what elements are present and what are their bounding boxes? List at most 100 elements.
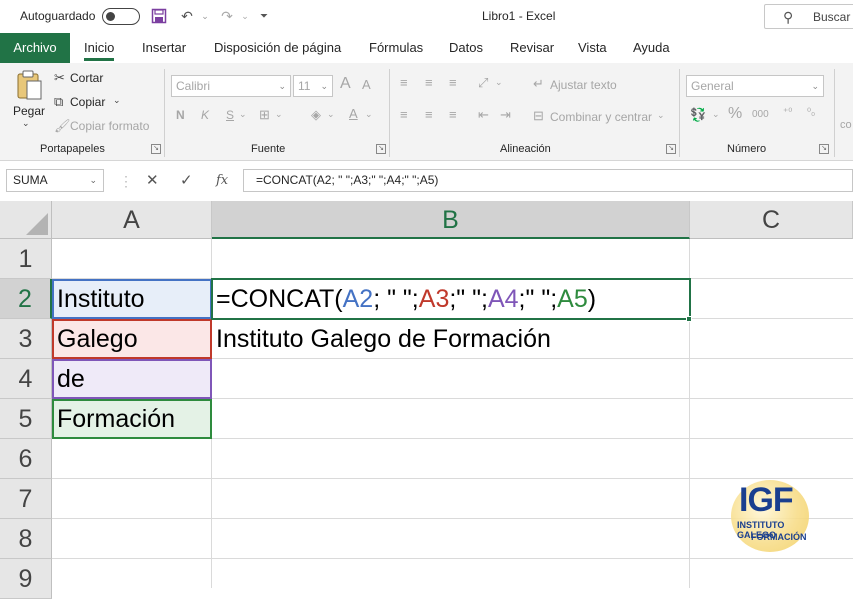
row-header-4[interactable]: 4 [0,359,52,399]
tab-insert[interactable]: Insertar [142,33,186,63]
font-name-value: Calibri [176,79,211,93]
cond-format-label[interactable]: co [840,119,852,131]
row-header-2[interactable]: 2 [0,279,52,319]
merge-center-label[interactable]: Combinar y centrar [550,110,652,124]
column-header-c[interactable]: C [690,201,853,239]
orientation-icon[interactable]: ⤢ [478,75,488,91]
merge-dropdown-icon[interactable]: ⌄ [657,110,665,121]
insert-function-icon[interactable]: fx [216,173,228,188]
format-painter-icon[interactable]: 🖌 [54,118,71,134]
name-box[interactable]: SUMA ⌄ [6,169,104,192]
currency-dropdown-icon[interactable]: ⌄ [712,109,720,120]
font-color-dropdown-icon[interactable]: ⌄ [365,109,373,120]
row-header-8[interactable]: 8 [0,519,52,559]
percent-button[interactable]: % [728,105,742,123]
fill-handle[interactable] [686,316,692,322]
decrease-decimal-icon[interactable]: ⁰₀ [807,107,815,118]
customize-toolbar-icon[interactable]: ⏷ [255,7,273,25]
increase-indent-icon[interactable]: ⇥ [500,107,511,123]
column-header-a[interactable]: A [52,201,212,239]
cell-b3[interactable]: Instituto Galego de Formación [216,319,551,359]
number-launcher-icon[interactable]: ↘ [819,144,829,154]
tab-file[interactable]: Archivo [0,33,70,63]
formula-bar-grip: ⋮ [119,173,133,189]
row-header-5[interactable]: 5 [0,399,52,439]
italic-button[interactable]: K [201,108,209,122]
autosave-toggle[interactable] [102,8,140,25]
fill-color-icon[interactable]: ◈ [311,107,321,123]
align-top-icon[interactable]: ≡ [400,75,408,90]
borders-icon[interactable]: ⊞ [259,107,270,123]
fill-dropdown-icon[interactable]: ⌄ [327,109,335,120]
tab-home[interactable]: Inicio [84,33,115,63]
tab-review[interactable]: Revisar [510,33,554,63]
tab-view[interactable]: Vista [578,33,607,63]
font-name-combo[interactable]: Calibri ⌄ [171,75,291,97]
row-header-6[interactable]: 6 [0,439,52,479]
align-center-icon[interactable]: ≡ [425,107,433,122]
save-icon[interactable] [150,7,168,25]
cut-label[interactable]: Cortar [70,71,103,85]
number-format-combo[interactable]: General ⌄ [686,75,824,97]
font-launcher-icon[interactable]: ↘ [376,144,386,154]
align-left-icon[interactable]: ≡ [400,107,408,122]
cell-a2[interactable]: Instituto [57,279,145,319]
row-header-7[interactable]: 7 [0,479,52,519]
redo-icon[interactable]: ↷ [218,7,236,25]
enter-icon[interactable]: ✓ [180,171,193,189]
orientation-dropdown-icon[interactable]: ⌄ [495,77,503,88]
row-header-9[interactable]: 9 [0,559,52,599]
logo-mark: IGF [739,481,794,519]
cell-a4[interactable]: de [57,359,85,399]
cell-a3[interactable]: Galego [57,319,138,359]
wrap-text-label[interactable]: Ajustar texto [550,78,617,92]
merge-center-icon[interactable]: ⊟ [533,108,544,124]
tab-data[interactable]: Datos [449,33,483,63]
search-box[interactable]: ⚲ Buscar ( [764,4,853,29]
paste-dropdown-icon[interactable]: ⌄ [22,118,30,129]
copy-dropdown-icon[interactable]: ⌄ [113,95,121,106]
alignment-launcher-icon[interactable]: ↘ [666,144,676,154]
underline-dropdown-icon[interactable]: ⌄ [239,109,247,120]
tab-formulas[interactable]: Fórmulas [369,33,423,63]
row-header-3[interactable]: 3 [0,319,52,359]
cell-a5[interactable]: Formación [57,399,175,439]
cancel-icon[interactable]: ✕ [146,171,159,189]
select-all-button[interactable] [0,201,52,239]
autosave-label: Autoguardado [20,9,96,23]
tab-help[interactable]: Ayuda [633,33,670,63]
font-color-icon[interactable]: A [349,106,358,121]
formula-input[interactable]: =CONCAT(A2; " ";A3;" ";A4;" ";A5) [243,169,853,192]
number-group-label: Número [727,143,767,155]
align-right-icon[interactable]: ≡ [449,107,457,122]
cut-icon[interactable]: ✂ [54,70,65,86]
paste-icon[interactable] [14,69,44,101]
underline-button[interactable]: S [226,108,234,122]
column-header-b[interactable]: B [212,201,690,239]
format-painter-label[interactable]: Copiar formato [70,119,149,133]
row-header-1[interactable]: 1 [0,239,52,279]
font-size-combo[interactable]: 11 ⌄ [293,75,333,97]
comma-button[interactable]: 000 [752,109,769,120]
borders-dropdown-icon[interactable]: ⌄ [275,109,283,120]
copy-label[interactable]: Copiar [70,95,105,109]
tab-page-layout[interactable]: Disposición de página [214,33,341,63]
wrap-text-icon[interactable]: ↵ [533,76,544,92]
decrease-indent-icon[interactable]: ⇤ [478,107,489,123]
undo-icon[interactable]: ↶ [178,7,196,25]
bold-button[interactable]: N [176,108,185,122]
cell-b2-formula[interactable]: =CONCAT(A2; " ";A3;" ";A4;" ";A5) [216,279,596,319]
increase-decimal-icon[interactable]: ⁺⁰ [783,107,792,118]
currency-icon[interactable]: 💱 [690,107,706,123]
formula-ref-a3: A3 [418,285,450,313]
formula-sep: ;" "; [449,285,488,313]
copy-icon[interactable]: ⧉ [54,94,63,110]
grow-font-icon[interactable]: A [340,75,351,93]
shrink-font-icon[interactable]: A [362,77,371,92]
redo-dropdown-icon[interactable]: ⌄ [236,7,254,25]
align-middle-icon[interactable]: ≡ [425,75,433,90]
clipboard-launcher-icon[interactable]: ↘ [151,144,161,154]
undo-dropdown-icon[interactable]: ⌄ [196,7,214,25]
paste-label[interactable]: Pegar [13,104,45,118]
align-bottom-icon[interactable]: ≡ [449,75,457,90]
